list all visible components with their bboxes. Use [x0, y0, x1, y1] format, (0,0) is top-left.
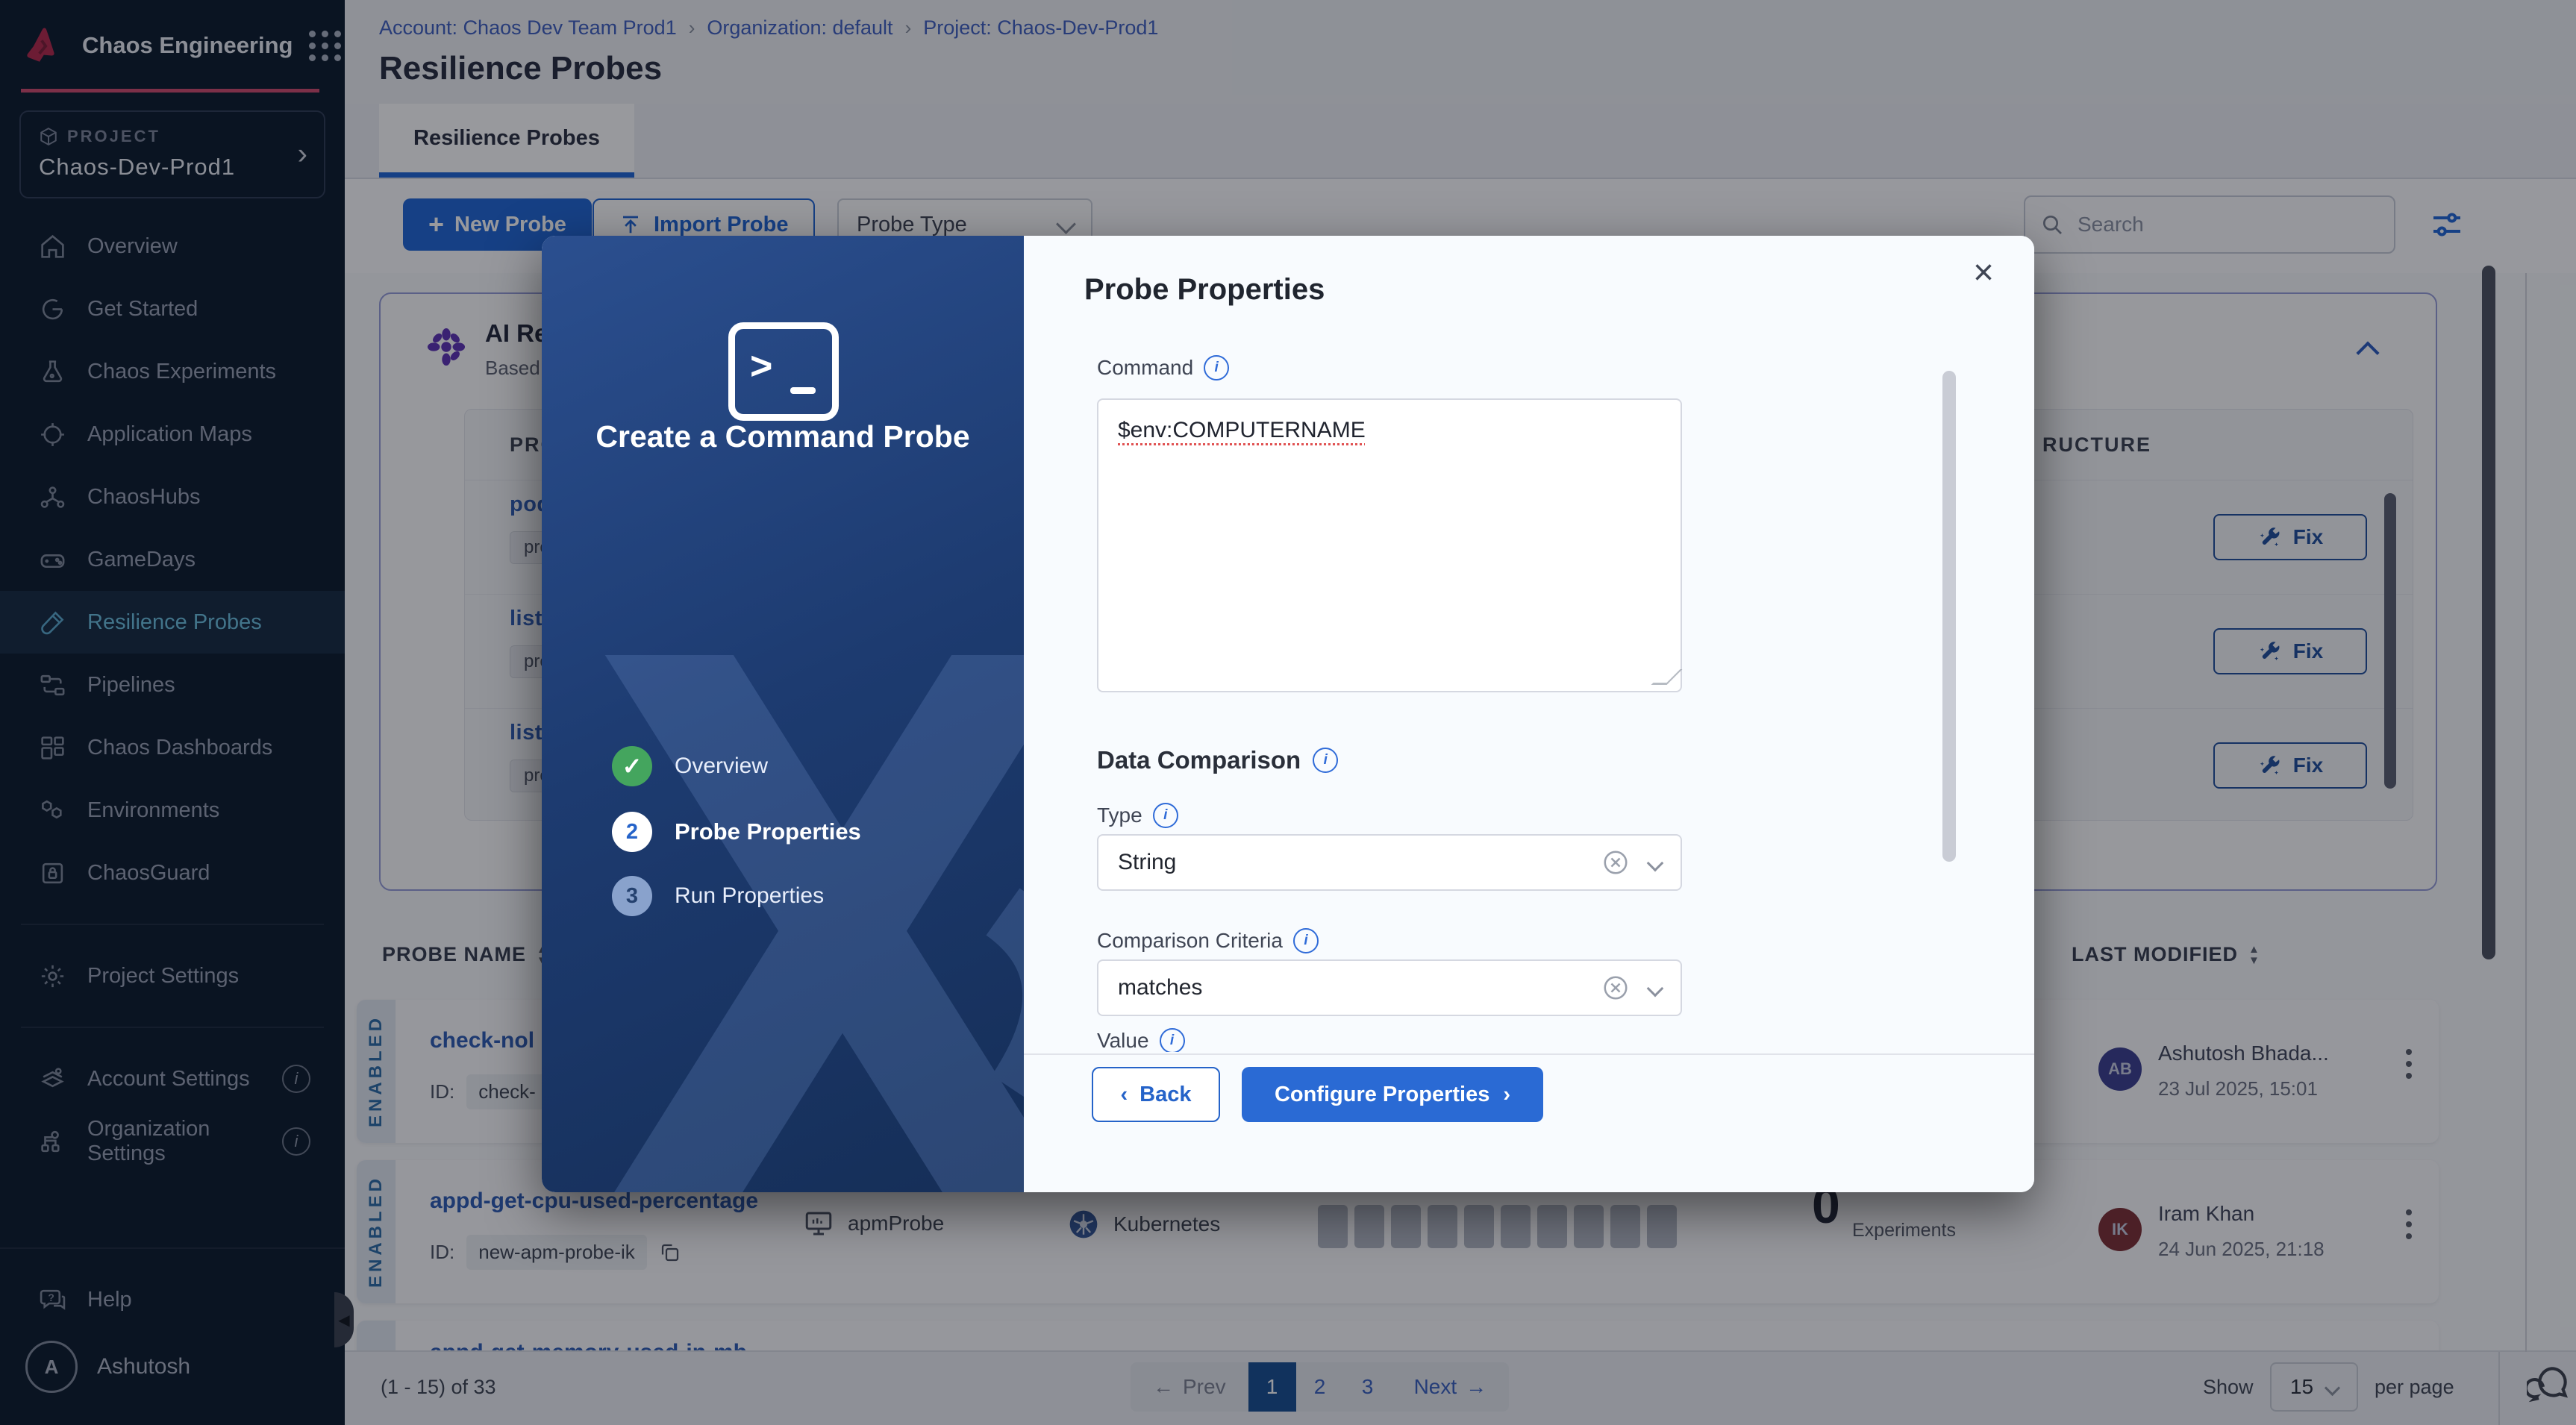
close-icon[interactable]: × — [1973, 255, 1994, 291]
back-label: Back — [1139, 1083, 1191, 1107]
info-icon[interactable]: i — [1153, 803, 1178, 828]
command-field-label: Command i — [1097, 355, 1229, 380]
wizard-title: Create a Command Probe — [542, 419, 1024, 454]
configure-properties-button[interactable]: Configure Properties › — [1242, 1067, 1543, 1122]
app-window: Chaos Engineering PROJECT Chaos-Dev-Prod… — [0, 0, 2576, 1425]
chevron-right-icon: › — [1503, 1083, 1510, 1107]
type-value: String — [1118, 850, 1176, 875]
wizard-panel: > Create a Command Probe ✓ Overview 2 Pr… — [542, 236, 1024, 1192]
criteria-select[interactable]: matches — [1097, 959, 1682, 1016]
info-icon[interactable]: i — [1293, 928, 1319, 953]
terminal-icon: > — [728, 322, 839, 421]
chevron-down-icon[interactable] — [1649, 850, 1661, 875]
chevron-down-icon[interactable] — [1649, 975, 1661, 1000]
check-icon: ✓ — [612, 746, 652, 786]
harness-watermark — [542, 655, 1024, 1192]
wizard-step-overview[interactable]: ✓ Overview — [612, 746, 768, 786]
type-field-label: Type i — [1097, 803, 1178, 828]
info-icon[interactable]: i — [1204, 355, 1229, 380]
create-command-probe-modal: > Create a Command Probe ✓ Overview 2 Pr… — [542, 236, 2034, 1192]
chevron-left-icon: ‹ — [1121, 1083, 1128, 1107]
clear-circle-icon[interactable] — [1601, 848, 1630, 877]
criteria-field-label: Comparison Criteria i — [1097, 928, 1319, 953]
step-label: Probe Properties — [675, 818, 861, 845]
step-label: Overview — [675, 754, 768, 779]
type-select[interactable]: String — [1097, 834, 1682, 891]
probe-properties-pane: × Probe Properties Command i $env:COMPUT… — [1024, 236, 2034, 1192]
step-number: 2 — [612, 812, 652, 852]
criteria-value: matches — [1118, 975, 1202, 1000]
back-button[interactable]: ‹ Back — [1092, 1067, 1220, 1122]
command-textarea[interactable]: $env:COMPUTERNAME — [1097, 398, 1682, 692]
wizard-step-probe-properties[interactable]: 2 Probe Properties — [612, 812, 861, 852]
info-icon[interactable]: i — [1313, 748, 1338, 773]
clear-circle-icon[interactable] — [1601, 974, 1630, 1002]
configure-label: Configure Properties — [1275, 1083, 1489, 1107]
info-icon[interactable]: i — [1160, 1028, 1185, 1052]
command-value: $env:COMPUTERNAME — [1118, 418, 1366, 442]
pane-title: Probe Properties — [1084, 273, 1325, 307]
footer-divider — [1024, 1053, 2034, 1055]
data-comparison-heading: Data Comparison i — [1097, 746, 1338, 774]
resize-handle[interactable] — [1651, 669, 1683, 685]
step-number: 3 — [612, 876, 652, 916]
wizard-step-run-properties[interactable]: 3 Run Properties — [612, 876, 824, 916]
value-field-label-clipped: Value i — [1097, 1028, 1185, 1052]
step-label: Run Properties — [675, 883, 824, 909]
modal-scrollbar[interactable] — [1942, 371, 1956, 862]
